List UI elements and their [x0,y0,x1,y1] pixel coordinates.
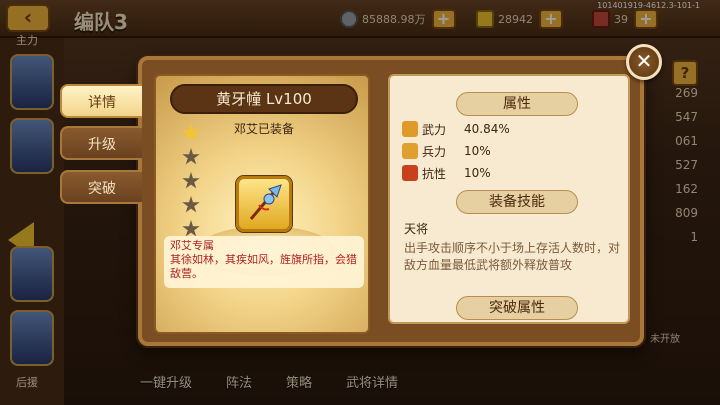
stat-value: 40.84% [464,122,510,136]
star-empty-icon [182,196,200,213]
skill-description: 出手攻击顺序不小于场上存活人数时，对敌方血量最低武将额外释放普攻 [404,241,621,272]
tab-details[interactable]: 详情 [60,84,142,118]
stat-label: 抗性 [422,166,447,181]
force-icon [402,121,418,137]
stat-label: 兵力 [422,144,447,159]
spear-icon[interactable] [236,176,292,232]
exclusive-description: 邓艾专属 其徐如林，其疾如风，旌旗所指，会猎敌营。 [164,236,364,288]
close-icon[interactable]: ✕ [626,44,662,80]
exclusive-title: 邓艾专属 [170,239,214,252]
tab-breakthrough[interactable]: 突破 [60,170,142,204]
breakthrough-header: 突破属性 [456,296,578,320]
stat-row-force: 武力 40.84% [402,120,510,138]
equipment-skill-header: 装备技能 [456,190,578,214]
attributes-header: 属性 [456,92,578,116]
troops-icon [402,143,418,159]
attribute-panel: 属性 武力 40.84% 兵力 10% 抗性 10% 装备技能 天将 出手攻击顺… [388,74,630,324]
star-empty-icon [182,148,200,165]
skill-name: 天将 [404,222,429,236]
stat-value: 10% [464,144,491,158]
equipment-name: 黄牙幢 Lv100 [170,84,358,114]
tab-upgrade[interactable]: 升级 [60,126,142,160]
stat-row-resist: 抗性 10% [402,164,491,182]
stat-row-troops: 兵力 10% [402,142,491,160]
stat-label: 武力 [422,122,447,137]
stat-value: 10% [464,166,491,180]
equipment-showcase: 黄牙幢 Lv100 邓艾已装备 邓艾专属 其徐如林，其疾如风，旌旗所指，会猎敌营… [154,74,370,334]
flavor-text: 其徐如林，其疾如风，旌旗所指，会猎敌营。 [170,253,357,280]
star-empty-icon [182,172,200,189]
resist-icon [402,165,418,181]
